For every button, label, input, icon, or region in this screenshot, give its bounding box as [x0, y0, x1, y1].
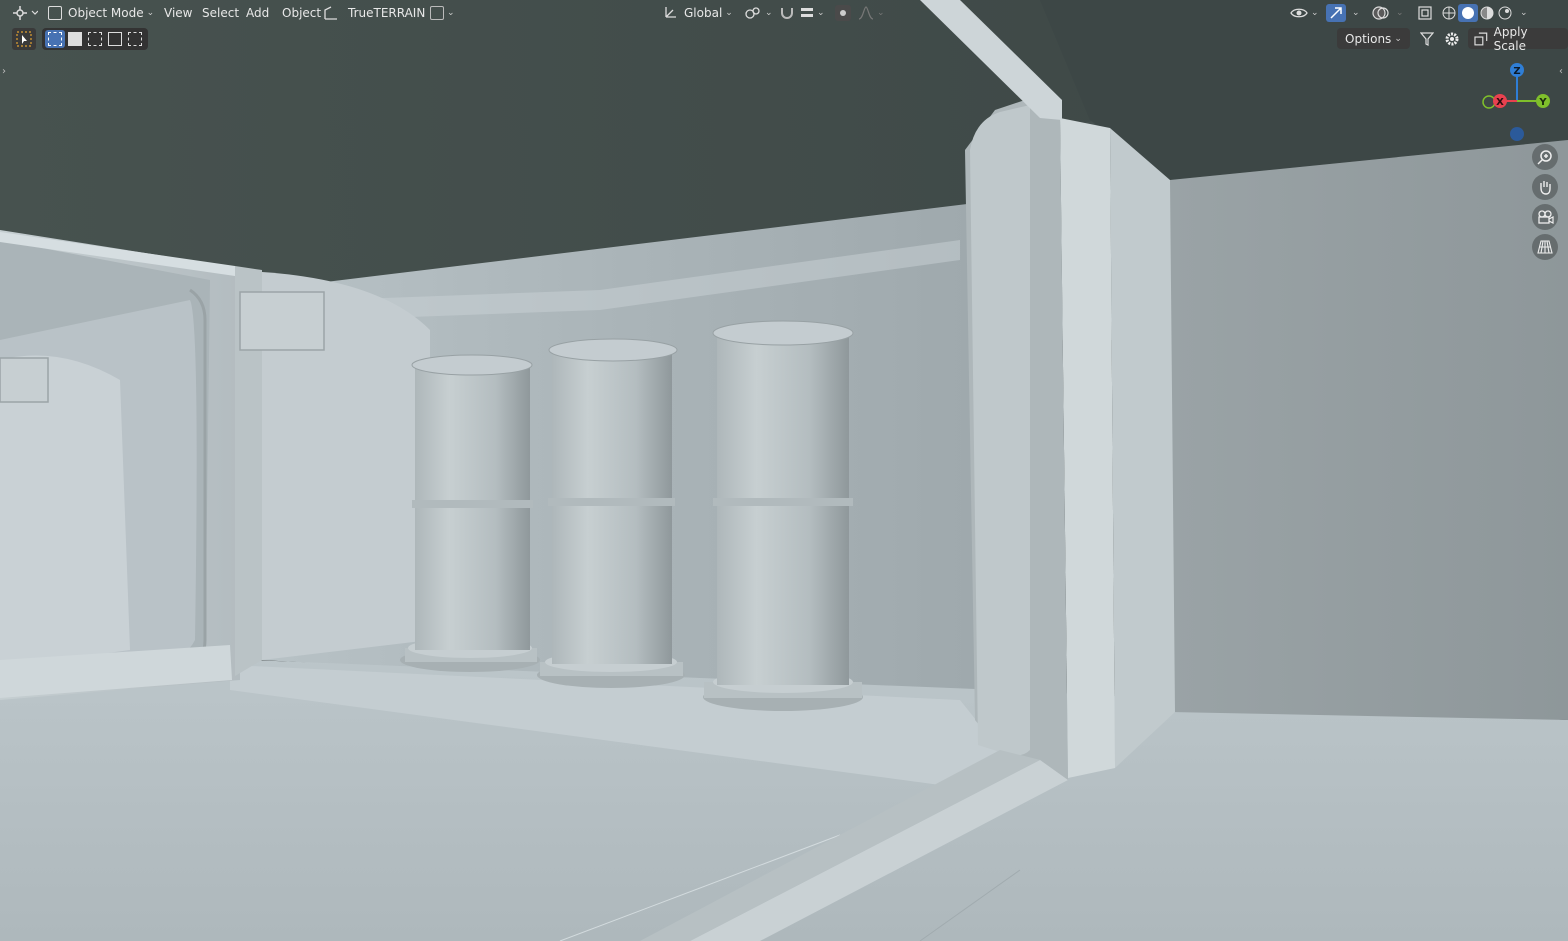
- orientation-label: Global: [684, 6, 723, 20]
- editor-type-icon[interactable]: [12, 3, 38, 23]
- chevron-down-icon: ⌄: [877, 8, 885, 18]
- curve-icon: [430, 6, 444, 20]
- wireframe-shading-button[interactable]: [1440, 4, 1458, 22]
- navigation-gizmo[interactable]: Z X Y: [1476, 58, 1560, 148]
- options-dropdown[interactable]: Options ⌄: [1337, 28, 1410, 49]
- pan-button[interactable]: [1532, 174, 1558, 200]
- invert-selection-button[interactable]: [105, 30, 125, 48]
- trueterrain-dropdown[interactable]: ⌄: [430, 3, 455, 23]
- toolbar-expand-arrow[interactable]: ›: [2, 66, 6, 77]
- chevron-down-icon: ⌄: [725, 8, 733, 18]
- snap-toggle[interactable]: [778, 3, 796, 23]
- subtract-selection-button[interactable]: [85, 30, 105, 48]
- selection-mode-group: [42, 28, 148, 50]
- apply-scale-icon: [1474, 32, 1488, 45]
- gear-icon: [1445, 32, 1459, 46]
- wireframe-icon: [1442, 6, 1456, 20]
- chevron-down-icon[interactable]: ⌄: [1520, 8, 1528, 18]
- visibility-dropdown[interactable]: ⌄: [1290, 3, 1319, 23]
- pivot-link-icon: [745, 7, 760, 19]
- rendered-shading-button[interactable]: [1496, 4, 1514, 22]
- pivot-point-dropdown[interactable]: ⌄: [744, 3, 773, 23]
- menu-view[interactable]: View: [158, 3, 198, 23]
- chevron-down-icon: ⌄: [1396, 8, 1404, 18]
- overlays-toggle[interactable]: ⌄: [1372, 3, 1404, 23]
- chevron-down-icon: ⌄: [765, 8, 773, 18]
- chevron-down-icon: ⌄: [1352, 8, 1360, 18]
- chevron-down-icon: ⌄: [1311, 8, 1319, 18]
- apply-scale-label: Apply Scale: [1493, 24, 1528, 53]
- eye-icon: [1290, 8, 1308, 18]
- z-axis-label: Z: [1513, 66, 1520, 77]
- trueterrain-icon: [324, 3, 338, 23]
- overlays-icon: [1372, 6, 1389, 20]
- select-box-icon[interactable]: [12, 28, 36, 50]
- object-mode-icon: [48, 6, 62, 20]
- gizmo-icon: [1326, 4, 1346, 22]
- chevron-down-icon: ⌄: [447, 8, 455, 18]
- material-shading-button[interactable]: [1478, 4, 1496, 22]
- chevron-down-icon: ⌄: [1394, 33, 1402, 44]
- set-new-selection-button[interactable]: [45, 30, 65, 48]
- rendered-sphere-icon: [1498, 6, 1512, 20]
- subtract-selection-icon: [88, 32, 102, 46]
- falloff-curve-icon: [858, 6, 874, 20]
- neg-z-axis-handle[interactable]: [1510, 127, 1524, 141]
- settings-button[interactable]: [1442, 29, 1462, 49]
- intersect-selection-button[interactable]: [125, 30, 145, 48]
- new-selection-icon: [48, 32, 62, 46]
- y-axis-label: Y: [1538, 97, 1547, 108]
- extend-selection-icon: [68, 32, 82, 46]
- shading-modes: ⌄: [1440, 3, 1528, 23]
- magnet-icon: [781, 8, 793, 19]
- intersect-selection-icon: [128, 32, 142, 46]
- extend-selection-button[interactable]: [65, 30, 85, 48]
- menu-object[interactable]: Object: [276, 3, 327, 23]
- 3d-viewport[interactable]: Object Mode ⌄ View Select Add Object Tru…: [0, 0, 1568, 941]
- camera-view-button[interactable]: [1532, 204, 1558, 230]
- solid-shading-button[interactable]: [1458, 4, 1478, 22]
- mode-dropdown[interactable]: Object Mode ⌄: [48, 3, 154, 23]
- transform-orientation-dropdown[interactable]: Global ⌄: [664, 3, 733, 23]
- perspective-grid-icon: [1537, 240, 1553, 254]
- snap-increment-icon: [801, 8, 813, 17]
- filter-icon: [1420, 32, 1434, 46]
- mode-label: Object Mode: [68, 6, 144, 20]
- solid-sphere-icon: [1462, 7, 1474, 19]
- snap-target-dropdown[interactable]: ⌄: [800, 3, 825, 23]
- viewport-scene: [0, 0, 1568, 941]
- menu-add[interactable]: Add: [240, 3, 275, 23]
- gizmo-toggle[interactable]: ⌄: [1326, 3, 1360, 23]
- invert-selection-icon: [108, 32, 122, 46]
- material-sphere-icon: [1480, 6, 1494, 20]
- proportional-editing-toggle[interactable]: [834, 3, 852, 23]
- filter-button[interactable]: [1417, 29, 1437, 49]
- viewport-header: Object Mode ⌄ View Select Add Object Tru…: [0, 0, 1568, 26]
- chevron-down-icon: ⌄: [146, 8, 155, 18]
- zoom-icon: [1537, 150, 1552, 165]
- xray-icon: [1418, 6, 1432, 20]
- xray-toggle[interactable]: [1417, 3, 1433, 23]
- tool-settings-row: [12, 28, 36, 50]
- falloff-dropdown[interactable]: ⌄: [858, 3, 885, 23]
- options-label: Options: [1345, 31, 1392, 46]
- apply-scale-button[interactable]: Apply Scale: [1468, 25, 1568, 53]
- proportional-edit-icon: [835, 5, 851, 21]
- chevron-down-icon: ⌄: [817, 8, 825, 18]
- trueterrain-menu[interactable]: TrueTERRAIN: [348, 3, 425, 23]
- orientation-axes-icon: [664, 5, 678, 22]
- camera-icon: [1538, 210, 1554, 224]
- x-axis-label: X: [1496, 97, 1504, 108]
- zoom-button[interactable]: [1532, 144, 1558, 170]
- menu-select[interactable]: Select: [196, 3, 245, 23]
- pan-hand-icon: [1540, 181, 1551, 195]
- perspective-toggle-button[interactable]: [1532, 234, 1558, 260]
